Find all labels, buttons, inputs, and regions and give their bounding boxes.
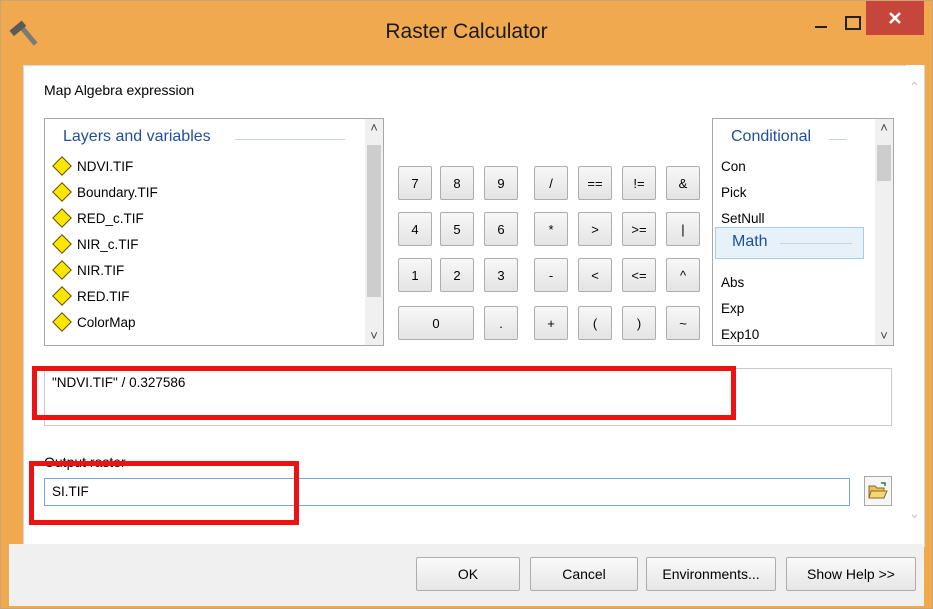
expression-label: Map Algebra expression <box>44 82 195 98</box>
expression-highlight-box <box>32 366 736 420</box>
calc-button-greater-equal[interactable]: >= <box>622 212 656 246</box>
chevron-up-icon[interactable]: ˄ <box>365 119 383 137</box>
yellow-diamond-icon <box>52 156 72 176</box>
maximize-icon <box>845 16 861 30</box>
calc-button-6[interactable]: 6 <box>484 212 518 246</box>
yellow-diamond-icon <box>52 260 72 280</box>
calc-button-less-equal[interactable]: <= <box>622 258 656 292</box>
layer-item[interactable]: NIR_c.TIF <box>51 233 139 255</box>
scroll-down-icon[interactable]: ⌄ <box>906 505 923 522</box>
calc-button-not-equal[interactable]: != <box>622 166 656 200</box>
output-highlight-box <box>29 461 299 525</box>
calc-button-plus[interactable]: + <box>534 306 568 340</box>
title-bar[interactable]: Raster Calculator <box>1 1 932 65</box>
browse-button[interactable] <box>864 476 892 506</box>
calc-button-multiply[interactable]: * <box>534 212 568 246</box>
functions-list[interactable]: Conditional Con Pick SetNull Math Abs Ex… <box>712 118 894 346</box>
function-item[interactable]: SetNull <box>721 211 765 226</box>
cancel-button[interactable]: Cancel <box>530 557 638 591</box>
environments-button[interactable]: Environments... <box>646 557 776 591</box>
function-item[interactable]: Abs <box>721 275 744 290</box>
layer-item[interactable]: RED_c.TIF <box>51 207 144 229</box>
functions-scroll-thumb[interactable] <box>877 145 891 181</box>
function-item[interactable]: Con <box>721 159 746 174</box>
calc-button-and[interactable]: & <box>666 166 700 200</box>
layers-scrollbar[interactable]: ˄ ˅ <box>365 119 383 345</box>
calc-button-not[interactable]: ~ <box>666 306 700 340</box>
show-help-button[interactable]: Show Help >> <box>786 557 916 591</box>
function-item[interactable]: Exp10 <box>721 327 759 342</box>
calc-button-8[interactable]: 8 <box>440 166 474 200</box>
close-button[interactable] <box>866 1 924 35</box>
calc-button-2[interactable]: 2 <box>440 258 474 292</box>
calc-button-7[interactable]: 7 <box>398 166 432 200</box>
minimize-icon <box>815 26 827 28</box>
calc-button-4[interactable]: 4 <box>398 212 432 246</box>
layer-item[interactable]: NIR.TIF <box>51 259 124 281</box>
calc-button-minus[interactable]: - <box>534 258 568 292</box>
dialog-scrollbar[interactable]: ⌃ ⌄ <box>906 65 923 545</box>
layer-item[interactable]: ColorMap <box>51 311 136 333</box>
calc-button-0[interactable]: 0 <box>398 306 474 340</box>
layers-scroll-thumb[interactable] <box>367 145 381 297</box>
calc-button-or[interactable]: | <box>666 212 700 246</box>
calc-button-close-paren[interactable]: ) <box>622 306 656 340</box>
layers-group-header: Layers and variables <box>63 128 211 145</box>
yellow-diamond-icon <box>52 312 72 332</box>
layers-group-divider <box>235 139 345 140</box>
calc-button-decimal[interactable]: . <box>484 306 518 340</box>
ok-button[interactable]: OK <box>416 557 520 591</box>
function-item[interactable]: Exp <box>721 301 744 316</box>
calc-button-3[interactable]: 3 <box>484 258 518 292</box>
calc-button-1[interactable]: 1 <box>398 258 432 292</box>
math-group-divider <box>780 243 852 244</box>
chevron-down-icon[interactable]: ˅ <box>365 327 383 345</box>
calc-button-divide[interactable]: / <box>534 166 568 200</box>
yellow-diamond-icon <box>52 286 72 306</box>
calc-button-5[interactable]: 5 <box>440 212 474 246</box>
calc-button-less[interactable]: < <box>578 258 612 292</box>
chevron-up-icon[interactable]: ˄ <box>875 119 893 137</box>
scroll-up-icon[interactable]: ⌃ <box>906 79 923 96</box>
calc-button-9[interactable]: 9 <box>484 166 518 200</box>
yellow-diamond-icon <box>52 182 72 202</box>
yellow-diamond-icon <box>52 234 72 254</box>
calc-button-open-paren[interactable]: ( <box>578 306 612 340</box>
functions-scrollbar[interactable]: ˄ ˅ <box>875 119 893 345</box>
conditional-group-divider <box>829 139 847 140</box>
calc-button-greater[interactable]: > <box>578 212 612 246</box>
function-item[interactable]: Pick <box>721 185 747 200</box>
open-folder-icon <box>868 482 888 499</box>
window-title: Raster Calculator <box>385 20 548 43</box>
math-group-header: Math <box>732 233 768 250</box>
chevron-down-icon[interactable]: ˅ <box>875 327 893 345</box>
layer-item[interactable]: RED.TIF <box>51 285 130 307</box>
layer-item[interactable]: NDVI.TIF <box>51 155 133 177</box>
layer-item[interactable]: Boundary.TIF <box>51 181 158 203</box>
conditional-group-header: Conditional <box>731 128 812 145</box>
yellow-diamond-icon <box>52 208 72 228</box>
calc-button-xor[interactable]: ^ <box>666 258 700 292</box>
calc-button-equal[interactable]: == <box>578 166 612 200</box>
layers-list[interactable]: Layers and variables NDVI.TIF Boundary.T… <box>44 118 384 346</box>
close-icon <box>889 12 901 24</box>
math-group-highlight[interactable]: Math <box>715 227 864 259</box>
